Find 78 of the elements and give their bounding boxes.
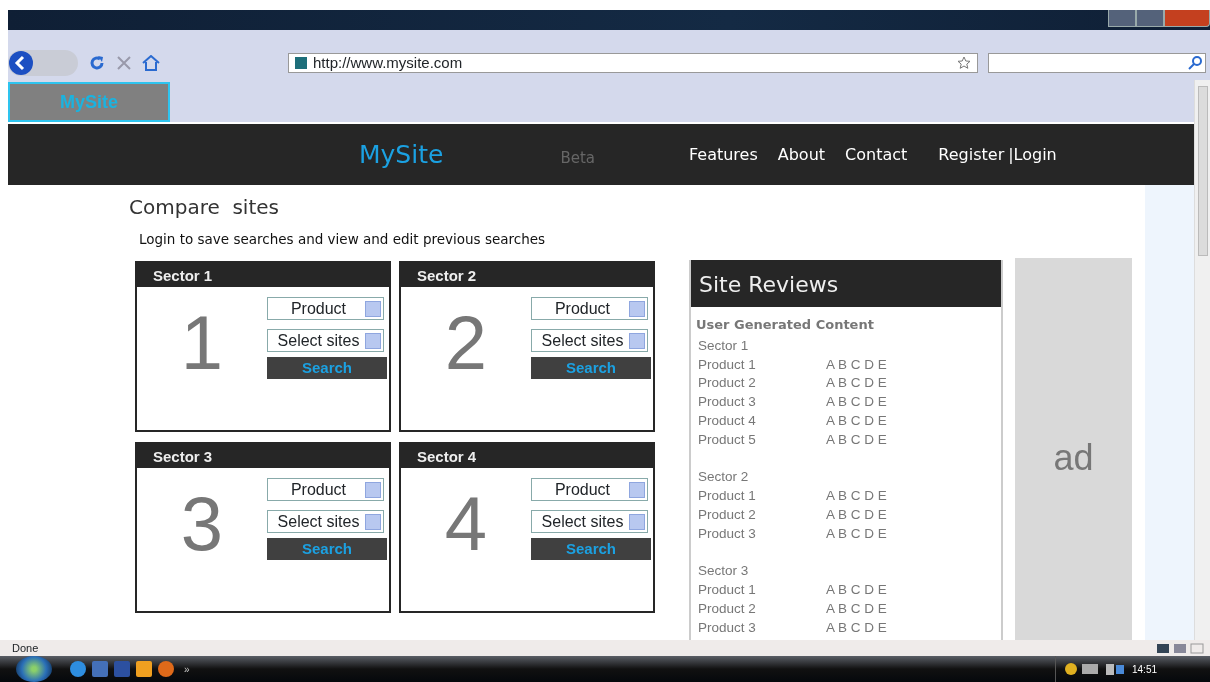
sector-number: 3: [179, 480, 225, 569]
intro-text: Login to save searches and view and edit previous searches: [139, 230, 547, 249]
grade-letters: A B C D E: [826, 581, 887, 600]
sector-header: Sector 2: [399, 261, 655, 288]
product-name: Product 1: [698, 355, 757, 374]
sites-dropdown[interactable]: Select sites: [267, 329, 384, 353]
sector-number: 4: [443, 480, 489, 569]
site-logo[interactable]: MySite: [359, 135, 444, 174]
sector-title: Sector 2: [698, 468, 749, 487]
sites-dropdown[interactable]: Select sites: [531, 510, 648, 534]
site-favicon-icon: [295, 57, 307, 69]
address-field[interactable]: http://www.mysite.com: [288, 53, 978, 73]
sector-header: Sector 1: [135, 261, 391, 288]
nav-link[interactable]: Features: [688, 142, 758, 167]
status-text: Done: [12, 640, 39, 656]
page-heading: Compare sites: [129, 195, 280, 219]
grade-letters: A B C D E: [826, 411, 887, 430]
tray-icons[interactable]: [1064, 662, 1124, 676]
separator: |: [1008, 143, 1014, 166]
search-button[interactable]: Search: [531, 538, 651, 561]
vertical-scrollbar[interactable]: [1194, 80, 1210, 640]
product-name: Product 4: [698, 411, 757, 430]
start-button[interactable]: [16, 656, 52, 682]
product-dropdown[interactable]: Product: [267, 297, 384, 321]
grade-letters: A B C D E: [826, 487, 887, 506]
grade-letters: A B C D E: [826, 599, 887, 618]
beta-label: Beta: [560, 148, 595, 170]
clock: 14:51: [1132, 662, 1158, 677]
grade-letters: A B C D E: [826, 374, 887, 393]
product-dropdown[interactable]: Product: [531, 297, 648, 321]
refresh-icon[interactable]: [88, 54, 106, 72]
minimize-button[interactable]: [1108, 10, 1136, 27]
nav-link[interactable]: About: [777, 142, 826, 167]
search-button[interactable]: Search: [267, 538, 387, 561]
product-name: Product 5: [698, 430, 757, 449]
status-icons: [1156, 642, 1204, 654]
product-name: Product 2: [698, 374, 757, 393]
restore-button[interactable]: [1136, 10, 1164, 27]
grade-letters: A B C D E: [826, 430, 887, 449]
product-name: Product 2: [698, 599, 757, 618]
sites-dropdown[interactable]: Select sites: [267, 510, 384, 534]
overflow-chevron[interactable]: »: [184, 661, 190, 677]
register-link[interactable]: Register: [938, 142, 1005, 167]
sector-number: 2: [443, 299, 489, 388]
grade-letters: A B C D E: [826, 524, 887, 543]
nav-link[interactable]: Contact: [845, 142, 908, 167]
sector-number: 1: [179, 299, 225, 388]
back-icon[interactable]: [8, 50, 34, 76]
search-button[interactable]: Search: [267, 357, 387, 380]
sector-header: Sector 4: [399, 442, 655, 469]
product-dropdown[interactable]: Product: [267, 478, 384, 502]
close-button[interactable]: [1164, 10, 1210, 27]
login-link[interactable]: Login: [1013, 142, 1057, 167]
stop-icon[interactable]: [116, 55, 132, 71]
grade-letters: A B C D E: [826, 393, 887, 412]
search-button[interactable]: Search: [531, 357, 651, 380]
home-icon[interactable]: [142, 55, 160, 71]
product-name: Product 3: [698, 618, 757, 637]
grade-letters: A B C D E: [826, 618, 887, 637]
sector-title: Sector 1: [698, 336, 749, 355]
grade-letters: A B C D E: [826, 355, 887, 374]
product-name: Product 1: [698, 487, 757, 506]
product-name: Product 3: [698, 524, 757, 543]
reviews-title: Site Reviews: [691, 260, 1001, 308]
back-forward-control[interactable]: [8, 50, 78, 76]
product-name: Product 1: [698, 581, 757, 600]
sector-header: Sector 3: [135, 442, 391, 469]
grade-letters: A B C D E: [826, 505, 887, 524]
search-field[interactable]: [988, 53, 1206, 73]
product-dropdown[interactable]: Product: [531, 478, 648, 502]
product-name: Product 3: [698, 393, 757, 412]
sector-title: Sector 3: [698, 562, 749, 581]
ad-label: ad: [1053, 436, 1094, 481]
favorite-star-icon[interactable]: [957, 56, 971, 70]
search-icon[interactable]: [1188, 56, 1202, 70]
reviews-subtitle: User Generated Content: [696, 316, 875, 335]
sites-dropdown[interactable]: Select sites: [531, 329, 648, 353]
product-name: Product 2: [698, 505, 757, 524]
